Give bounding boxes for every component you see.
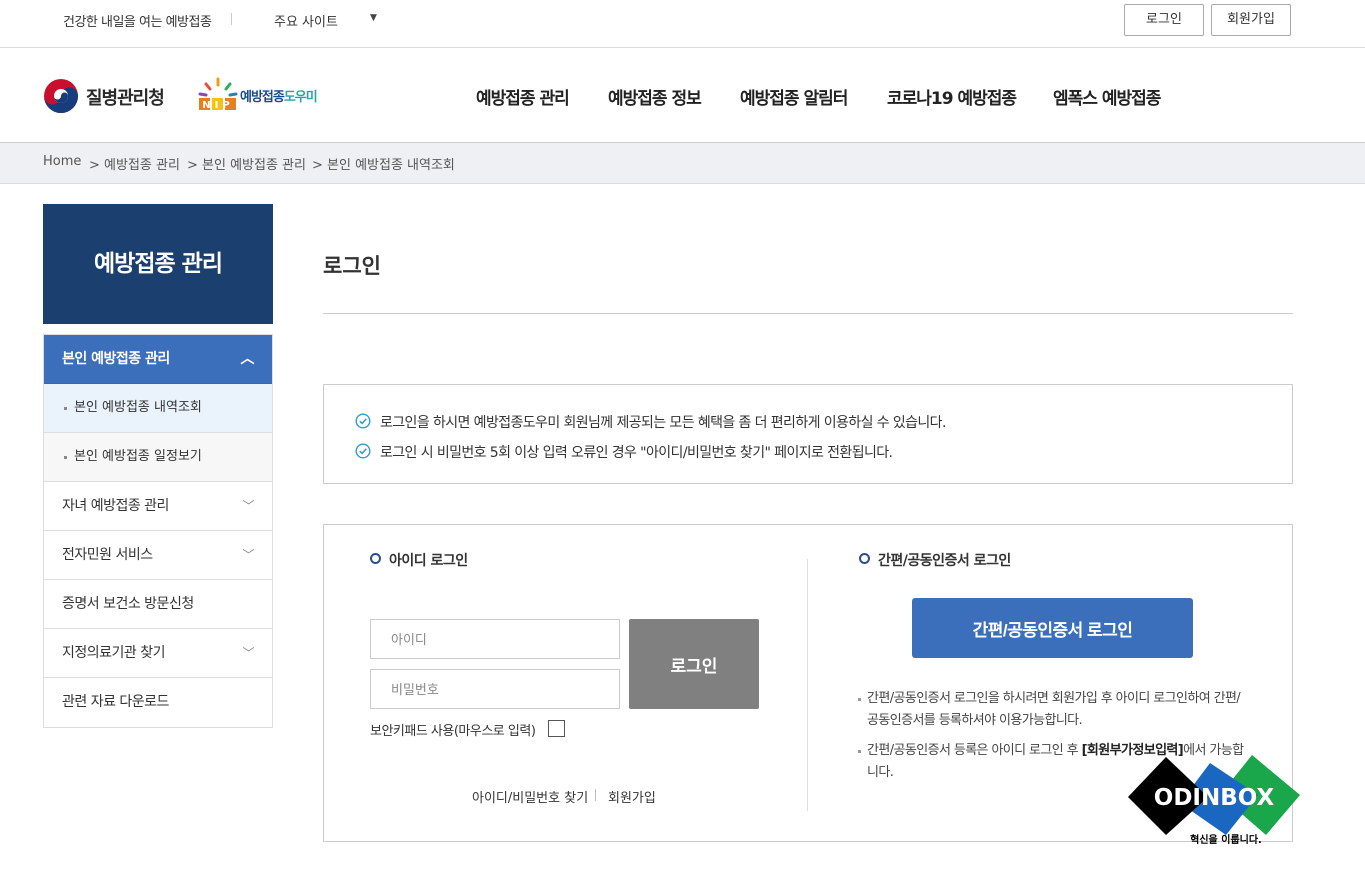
- signup-link[interactable]: 회원가입: [608, 787, 656, 806]
- bullet-icon: [64, 456, 67, 459]
- sidebar-item-child-vaccination[interactable]: 자녀 예방접종 관리 ﹀: [44, 482, 272, 531]
- password-input[interactable]: [370, 669, 620, 709]
- nav-vaccination-management[interactable]: 예방접종 관리: [476, 84, 570, 109]
- sidebar-item-label: 자녀 예방접종 관리: [62, 498, 169, 514]
- sidebar-item-label: 본인 예방접종 관리: [62, 351, 170, 367]
- sidebar-item-my-vaccination[interactable]: 본인 예방접종 관리 ︿: [44, 335, 272, 384]
- divider: [323, 313, 1293, 314]
- sidebar-item-e-civil-service[interactable]: 전자민원 서비스 ﹀: [44, 531, 272, 580]
- top-bar: 건강한 내일을 여는 예방접종 주요 사이트 ▼ 로그인 회원가입: [0, 0, 1365, 48]
- bullet-icon: [858, 750, 861, 753]
- chevron-up-icon: ︿: [240, 351, 255, 367]
- brand-name-part2: 도우미: [283, 90, 318, 105]
- circle-icon: [859, 553, 870, 564]
- nav-vaccination-notice[interactable]: 예방접종 알림터: [740, 84, 848, 109]
- top-login-button[interactable]: 로그인: [1124, 4, 1204, 36]
- nip-logo-text: NIP: [202, 100, 233, 111]
- odinbox-watermark-logo: ODINBOX 혁신을 이룹니다.: [1128, 755, 1300, 846]
- bullet-icon: [64, 407, 67, 410]
- breadcrumb-current: > 본인 예방접종 내역조회: [312, 158, 455, 173]
- cert-login-title-text: 간편/공동인증서 로그인: [878, 553, 1011, 569]
- nip-logo-icon[interactable]: NIP: [196, 76, 240, 112]
- top-signup-button[interactable]: 회원가입: [1211, 4, 1291, 36]
- brand-name-part1: 예방접종: [240, 90, 285, 105]
- breadcrumb-item[interactable]: > 본인 예방접종 관리: [187, 154, 306, 173]
- circle-icon: [370, 553, 381, 564]
- nav-vaccination-info[interactable]: 예방접종 정보: [608, 84, 702, 109]
- tagline: 건강한 내일을 여는 예방접종: [63, 15, 212, 30]
- sidebar-subitem-label: 본인 예방접종 내역조회: [74, 400, 202, 415]
- sidebar-item-find-clinic[interactable]: 지정의료기관 찾기 ﹀: [44, 629, 272, 678]
- notice-box: 로그인을 하시면 예방접종도우미 회원님께 제공되는 모든 혜택을 좀 더 편리…: [323, 384, 1293, 484]
- find-id-password-link[interactable]: 아이디/비밀번호 찾기: [472, 787, 588, 806]
- nav-mpox-vaccination[interactable]: 엠폭스 예방접종: [1053, 84, 1161, 109]
- divider: [231, 13, 232, 25]
- brand-name[interactable]: 예방접종도우미: [240, 86, 318, 105]
- cert-login-button[interactable]: 간편/공동인증서 로그인: [912, 598, 1193, 658]
- check-circle-icon: [355, 413, 371, 429]
- check-circle-icon: [355, 443, 371, 459]
- breadcrumb-item[interactable]: > 예방접종 관리: [89, 154, 180, 173]
- site-header: 질병관리청 NIP 예방접종도우미 예방접종 관리 예방접종 정보 예방접종 알…: [0, 48, 1365, 143]
- org-name[interactable]: 질병관리청: [86, 84, 165, 110]
- kdca-logo-icon[interactable]: [43, 78, 79, 114]
- divider: [595, 789, 596, 801]
- sidebar-title: 예방접종 관리: [43, 204, 273, 324]
- chevron-down-icon: ﹀: [242, 499, 254, 513]
- cert-note-line: 간편/공동인증서 등록은 아이디 로그인 후: [867, 743, 1082, 758]
- sidebar-subitem-label: 본인 예방접종 일정보기: [74, 449, 202, 464]
- notice-text: 로그인을 하시면 예방접종도우미 회원님께 제공되는 모든 혜택을 좀 더 편리…: [380, 415, 946, 431]
- caret-down-icon[interactable]: ▼: [370, 13, 377, 23]
- chevron-down-icon: ﹀: [242, 646, 254, 660]
- nav-covid19-vaccination[interactable]: 코로나19 예방접종: [887, 84, 1017, 109]
- bullet-icon: [858, 698, 861, 701]
- odinbox-slogan: 혁신을 이룹니다.: [1190, 833, 1262, 846]
- page-title: 로그인: [323, 254, 381, 278]
- cert-note-line: 간편/공동인증서 로그인을 하시려면 회원가입 후 아이디 로그인하여 간편/: [867, 691, 1241, 706]
- major-sites-dropdown[interactable]: 주요 사이트: [274, 11, 338, 30]
- notice-text: 로그인 시 비밀번호 5회 이상 입력 오류인 경우 "아이디/비밀번호 찾기"…: [380, 445, 893, 461]
- sidebar-item-downloads[interactable]: 관련 자료 다운로드: [44, 678, 272, 727]
- breadcrumb: Home > 예방접종 관리 > 본인 예방접종 관리 > 본인 예방접종 내역…: [0, 143, 1365, 184]
- breadcrumb-home[interactable]: Home: [43, 154, 81, 169]
- sidebar-item-label: 지정의료기관 찾기: [62, 645, 166, 661]
- login-button[interactable]: 로그인: [629, 619, 759, 709]
- id-input[interactable]: [370, 619, 620, 659]
- sidebar-menu: 본인 예방접종 관리 ︿ 본인 예방접종 내역조회 본인 예방접종 일정보기 자…: [43, 334, 273, 728]
- sidebar-subitem-history[interactable]: 본인 예방접종 내역조회: [44, 384, 272, 433]
- sidebar-item-certificate-visit[interactable]: 증명서 보건소 방문신청: [44, 580, 272, 629]
- chevron-down-icon: ﹀: [242, 548, 254, 562]
- secure-keypad-label: 보안키패드 사용(마우스로 입력): [370, 724, 536, 739]
- divider: [807, 559, 808, 811]
- id-login-title-text: 아이디 로그인: [389, 553, 468, 569]
- sidebar-subitem-schedule[interactable]: 본인 예방접종 일정보기: [44, 433, 272, 482]
- sidebar-item-label: 관련 자료 다운로드: [62, 694, 169, 710]
- cert-note-line: 공동인증서를 등록하셔야 이용가능합니다.: [867, 713, 1083, 728]
- sidebar-item-label: 전자민원 서비스: [62, 547, 153, 563]
- cert-note-line: 니다.: [867, 765, 894, 780]
- odinbox-brand: ODINBOX: [1154, 785, 1275, 811]
- sidebar-item-label: 증명서 보건소 방문신청: [62, 596, 194, 612]
- secure-keypad-checkbox[interactable]: [548, 720, 565, 737]
- cert-note: 간편/공동인증서 로그인을 하시려면 회원가입 후 아이디 로그인하여 간편/ …: [858, 688, 1267, 732]
